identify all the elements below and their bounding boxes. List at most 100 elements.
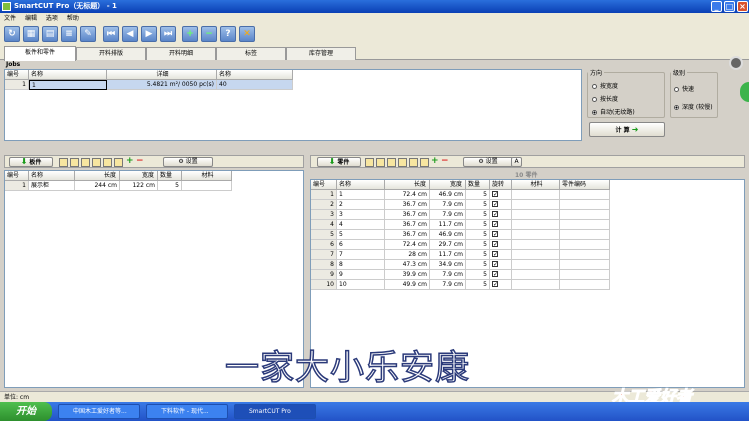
parts-cell-num[interactable]: 3 — [311, 210, 337, 220]
parts-cell-code[interactable] — [560, 280, 610, 290]
parts-cell-num[interactable]: 1 — [311, 190, 337, 200]
rotate-checkbox[interactable]: ✓ — [492, 191, 498, 198]
parts-cell-name[interactable]: 5 — [337, 230, 385, 240]
parts-cell-name[interactable]: 9 — [337, 270, 385, 280]
new-icon[interactable] — [365, 158, 374, 167]
parts-cell-rot[interactable]: ✓ — [490, 200, 512, 210]
save-icon[interactable] — [420, 158, 429, 167]
parts-settings-button[interactable]: ⚙ 设置 — [463, 157, 513, 167]
parts-cell-rot[interactable]: ✓ — [490, 230, 512, 240]
parts-cell-code[interactable] — [560, 240, 610, 250]
parts-cell-length[interactable]: 47.3 cm — [385, 260, 430, 270]
rotate-checkbox[interactable]: ✓ — [492, 261, 498, 268]
parts-cell-qty[interactable]: 5 — [466, 240, 490, 250]
close-button[interactable]: × — [737, 1, 748, 12]
parts-title-button[interactable]: ⬇ 零件 — [317, 157, 361, 167]
parts-cell-length[interactable]: 49.9 cm — [385, 280, 430, 290]
parts-cell-qty[interactable]: 5 — [466, 250, 490, 260]
parts-cell-rot[interactable]: ✓ — [490, 240, 512, 250]
open-icon[interactable] — [376, 158, 385, 167]
jobs-row-detail[interactable]: 5.4821 m²/ 0050 pc(s) — [107, 80, 217, 90]
menu-help[interactable]: 帮助 — [67, 13, 79, 24]
minimize-button[interactable]: _ — [711, 1, 722, 12]
jobs-header-name[interactable]: 名称 — [29, 70, 107, 80]
radio-by-length[interactable]: 按长度 — [592, 94, 618, 103]
parts-cell-length[interactable]: 72.4 cm — [385, 240, 430, 250]
parts-cell-code[interactable] — [560, 220, 610, 230]
jobs-row-num[interactable]: 1 — [5, 80, 29, 90]
parts-cell-qty[interactable]: 5 — [466, 200, 490, 210]
add-part-icon[interactable]: + — [431, 156, 439, 166]
parts-cell-width[interactable]: 46.9 cm — [430, 230, 466, 240]
rotate-checkbox[interactable]: ✓ — [492, 201, 498, 208]
boards-row-length[interactable]: 244 cm — [75, 181, 120, 191]
parts-cell-rot[interactable]: ✓ — [490, 210, 512, 220]
parts-cell-name[interactable]: 7 — [337, 250, 385, 260]
parts-header-length[interactable]: 长度 — [385, 180, 430, 190]
parts-header-num[interactable]: 编号 — [311, 180, 337, 190]
side-tab-icon[interactable] — [740, 82, 749, 102]
save-icon[interactable] — [114, 158, 123, 167]
remove-board-icon[interactable]: − — [136, 156, 144, 166]
remove-icon[interactable]: − — [201, 26, 217, 42]
parts-cell-qty[interactable]: 5 — [466, 280, 490, 290]
last-page-icon[interactable]: ⏭ — [160, 26, 176, 42]
jobs-header-detail[interactable]: 详细 — [107, 70, 217, 80]
parts-cell-code[interactable] — [560, 260, 610, 270]
parts-cell-code[interactable] — [560, 250, 610, 260]
parts-cell-width[interactable]: 7.9 cm — [430, 280, 466, 290]
parts-cell-qty[interactable]: 5 — [466, 190, 490, 200]
parts-cell-length[interactable]: 72.4 cm — [385, 190, 430, 200]
boards-row-num[interactable]: 1 — [5, 181, 29, 191]
radio-deep[interactable]: 深度 (较慢) — [674, 102, 713, 111]
parts-cell-name[interactable]: 2 — [337, 200, 385, 210]
parts-cell-width[interactable]: 46.9 cm — [430, 190, 466, 200]
boards-settings-button[interactable]: ⚙ 设置 — [163, 157, 213, 167]
grid-icon[interactable]: ▦ — [23, 26, 39, 42]
parts-cell-code[interactable] — [560, 270, 610, 280]
parts-cell-rot[interactable]: ✓ — [490, 260, 512, 270]
refresh-icon[interactable]: ↻ — [4, 26, 20, 42]
tools-icon[interactable]: ✎ — [80, 26, 96, 42]
jobs-row-name2[interactable]: 40 — [217, 80, 293, 90]
new-icon[interactable] — [59, 158, 68, 167]
parts-cell-mat[interactable] — [512, 260, 560, 270]
rotate-checkbox[interactable]: ✓ — [492, 271, 498, 278]
radio-by-width[interactable]: 按宽度 — [592, 81, 618, 90]
parts-cell-width[interactable]: 11.7 cm — [430, 220, 466, 230]
parts-header-rotate[interactable]: 旋转 — [490, 180, 512, 190]
parts-cell-width[interactable]: 7.9 cm — [430, 270, 466, 280]
parts-cell-width[interactable]: 7.9 cm — [430, 210, 466, 220]
parts-cell-code[interactable] — [560, 190, 610, 200]
menu-edit[interactable]: 编辑 — [25, 13, 37, 24]
maximize-button[interactable]: □ — [724, 1, 735, 12]
parts-cell-mat[interactable] — [512, 210, 560, 220]
parts-header-width[interactable]: 宽度 — [430, 180, 466, 190]
task-item-smartcut[interactable]: SmartCUT Pro — [234, 404, 316, 419]
boards-header-material[interactable]: 材料 — [182, 171, 232, 181]
boards-header-name[interactable]: 名称 — [29, 171, 75, 181]
boards-row-name[interactable]: 展示柜 — [29, 181, 75, 191]
parts-cell-qty[interactable]: 5 — [466, 210, 490, 220]
menu-file[interactable]: 文件 — [4, 13, 16, 24]
parts-cell-num[interactable]: 6 — [311, 240, 337, 250]
parts-header-qty[interactable]: 数量 — [466, 180, 490, 190]
parts-cell-code[interactable] — [560, 200, 610, 210]
start-button[interactable]: 开始 — [0, 402, 52, 421]
parts-cell-width[interactable]: 11.7 cm — [430, 250, 466, 260]
export-icon[interactable] — [398, 158, 407, 167]
add-icon[interactable]: + — [182, 26, 198, 42]
parts-cell-num[interactable]: 7 — [311, 250, 337, 260]
parts-cell-mat[interactable] — [512, 240, 560, 250]
prev-page-icon[interactable]: ◀ — [122, 26, 138, 42]
parts-cell-rot[interactable]: ✓ — [490, 270, 512, 280]
parts-cell-name[interactable]: 8 — [337, 260, 385, 270]
boards-row-material[interactable] — [182, 181, 232, 191]
calculate-button[interactable]: 计 算 ➜ — [589, 122, 665, 137]
boards-row-width[interactable]: 122 cm — [120, 181, 158, 191]
parts-cell-mat[interactable] — [512, 200, 560, 210]
parts-cell-length[interactable]: 36.7 cm — [385, 200, 430, 210]
layers-icon[interactable]: ≡ — [61, 26, 77, 42]
parts-cell-name[interactable]: 10 — [337, 280, 385, 290]
tab-boards-parts[interactable]: 板件和零件 — [4, 46, 76, 61]
